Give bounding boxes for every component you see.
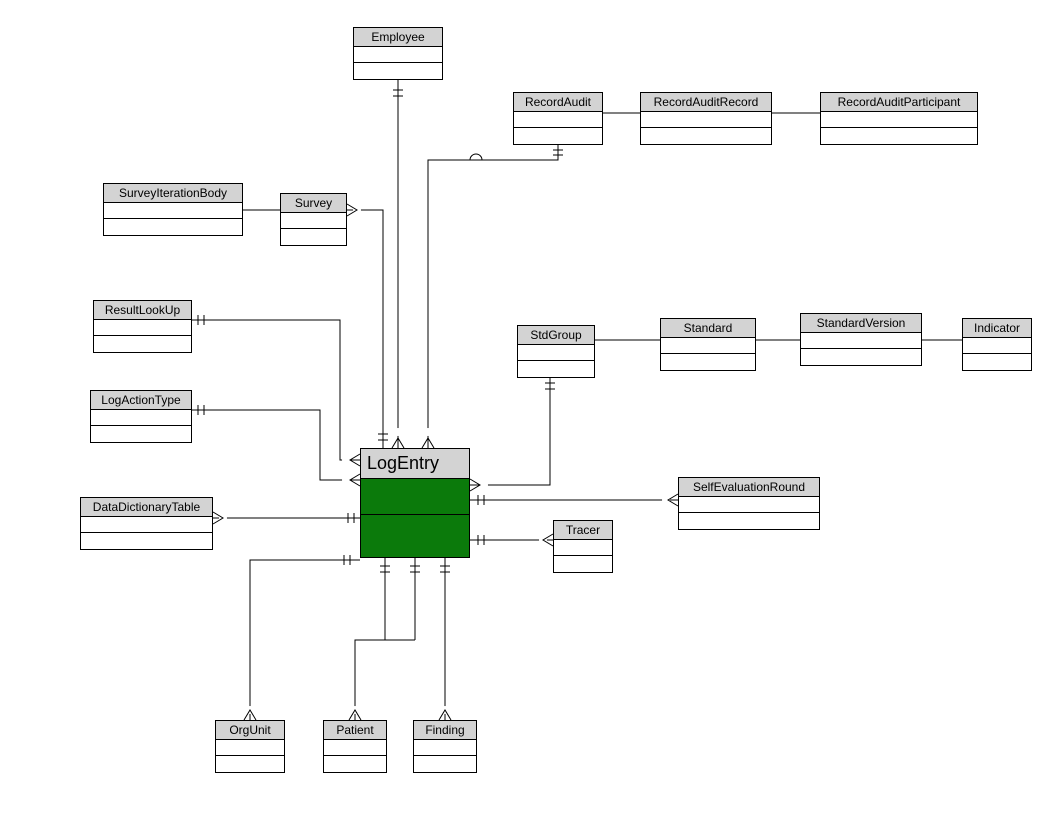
entity-logactiontype[interactable]: LogActionType [90, 390, 192, 443]
entity-patient-title: Patient [324, 721, 386, 740]
entity-datadictionarytable-title: DataDictionaryTable [81, 498, 212, 517]
entity-logentry[interactable]: LogEntry [360, 448, 470, 558]
entity-indicator-title: Indicator [963, 319, 1031, 338]
entity-recordauditrecord-title: RecordAuditRecord [641, 93, 771, 112]
entity-standard-title: Standard [661, 319, 755, 338]
entity-standard[interactable]: Standard [660, 318, 756, 371]
entity-standardversion[interactable]: StandardVersion [800, 313, 922, 366]
entity-finding-title: Finding [414, 721, 476, 740]
entity-recordauditparticipant[interactable]: RecordAuditParticipant [820, 92, 978, 145]
entity-finding[interactable]: Finding [413, 720, 477, 773]
entity-logactiontype-title: LogActionType [91, 391, 191, 410]
entity-recordaudit-title: RecordAudit [514, 93, 602, 112]
entity-stdgroup-title: StdGroup [518, 326, 594, 345]
entity-resultlookup[interactable]: ResultLookUp [93, 300, 192, 353]
entity-orgunit-title: OrgUnit [216, 721, 284, 740]
entity-survey[interactable]: Survey [280, 193, 347, 246]
entity-survey-title: Survey [281, 194, 346, 213]
entity-resultlookup-title: ResultLookUp [94, 301, 191, 320]
entity-logentry-title: LogEntry [361, 449, 469, 479]
entity-patient[interactable]: Patient [323, 720, 387, 773]
entity-logentry-body [361, 479, 469, 557]
entity-employee-title: Employee [354, 28, 442, 47]
entity-indicator[interactable]: Indicator [962, 318, 1032, 371]
entity-tracer[interactable]: Tracer [553, 520, 613, 573]
entity-surveyiterationbody[interactable]: SurveyIterationBody [103, 183, 243, 236]
entity-recordaudit[interactable]: RecordAudit [513, 92, 603, 145]
entity-datadictionarytable[interactable]: DataDictionaryTable [80, 497, 213, 550]
entity-surveyiterationbody-title: SurveyIterationBody [104, 184, 242, 203]
entity-selfevaluationround-title: SelfEvaluationRound [679, 478, 819, 497]
entity-standardversion-title: StandardVersion [801, 314, 921, 333]
entity-recordauditrecord[interactable]: RecordAuditRecord [640, 92, 772, 145]
entity-tracer-title: Tracer [554, 521, 612, 540]
entity-recordauditparticipant-title: RecordAuditParticipant [821, 93, 977, 112]
entity-stdgroup[interactable]: StdGroup [517, 325, 595, 378]
entity-orgunit[interactable]: OrgUnit [215, 720, 285, 773]
entity-employee[interactable]: Employee [353, 27, 443, 80]
entity-selfevaluationround[interactable]: SelfEvaluationRound [678, 477, 820, 530]
